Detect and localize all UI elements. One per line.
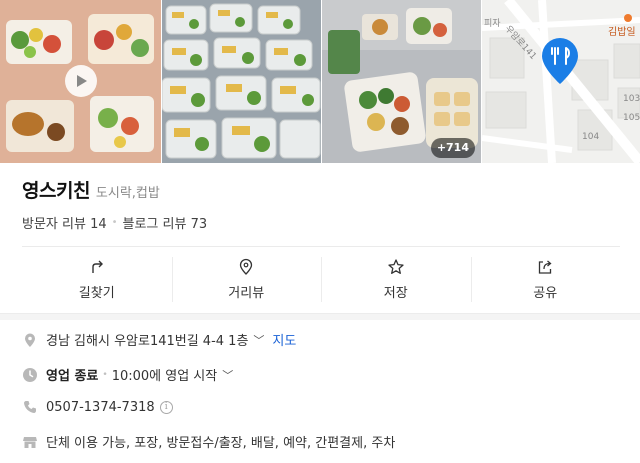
- business-hours: 10:00에 영업 시작: [111, 369, 218, 384]
- map-label-104: 104: [582, 132, 600, 142]
- action-bar: 길찾기 거리뷰 저장 공유: [22, 246, 620, 312]
- map-label-store: 김밥일: [608, 27, 636, 38]
- clock-icon: [22, 367, 38, 383]
- directions-icon: [92, 260, 103, 273]
- visitor-reviews-link[interactable]: 방문자 리뷰 14: [22, 213, 107, 232]
- phone-number[interactable]: 0507-1374-7318: [46, 400, 155, 415]
- directions-label: 길찾기: [78, 286, 115, 301]
- share-icon: [539, 260, 552, 274]
- street-view-button[interactable]: 거리뷰: [171, 247, 322, 312]
- photo-lunchbox-video[interactable]: [0, 0, 161, 163]
- address-row: 경남 김해시 우암로141번길 4-4 1층 ﹀ 지도: [22, 330, 296, 349]
- save-button[interactable]: 저장: [321, 247, 471, 312]
- more-photos-badge[interactable]: +714: [430, 138, 475, 158]
- info-circle-icon[interactable]: i: [159, 400, 173, 414]
- location-icon: [22, 332, 38, 348]
- photo-lunchbox-trays[interactable]: [162, 0, 321, 163]
- separator-dot: •: [102, 369, 108, 380]
- save-label: 저장: [383, 286, 408, 301]
- map-link[interactable]: 지도: [272, 330, 296, 349]
- review-summary: 방문자 리뷰 14 • 블로그 리뷰 73: [22, 213, 207, 232]
- place-category: 도시락,컵밥: [95, 186, 160, 201]
- star-icon: [388, 259, 404, 274]
- street-view-label: 거리뷰: [228, 286, 265, 301]
- map-label-pizza: 피자: [484, 19, 501, 29]
- business-status: 영업 종료: [46, 369, 99, 384]
- photo-gallery: +714 피자 우암로141 김밥일 103 105 104: [0, 0, 640, 163]
- services-text: 단체 이용 가능, 포장, 방문접수/출장, 배달, 예약, 간편결제, 주차: [46, 436, 396, 451]
- hours-row[interactable]: 영업 종료 • 10:00에 영업 시작 ﹀: [22, 365, 233, 384]
- address-text: 경남 김해시 우암로141번길 4-4 1층: [46, 334, 249, 349]
- photo-lunchbox-closeup[interactable]: +714: [322, 0, 481, 163]
- place-name: 영스키친: [22, 180, 90, 202]
- phone-row: 0507-1374-7318 i: [22, 399, 173, 415]
- directions-button[interactable]: 길찾기: [22, 247, 172, 312]
- share-label: 공유: [533, 286, 558, 301]
- hours-expand-icon[interactable]: ﹀: [222, 367, 233, 383]
- section-divider: [0, 313, 640, 320]
- separator-dot: •: [111, 217, 118, 228]
- share-button[interactable]: 공유: [470, 247, 621, 312]
- location-pin-icon: [240, 258, 253, 275]
- phone-icon: [22, 399, 38, 415]
- address-expand-icon[interactable]: ﹀: [253, 332, 264, 348]
- play-video-button[interactable]: [65, 65, 97, 97]
- play-icon: [77, 75, 87, 87]
- blog-reviews-link[interactable]: 블로그 리뷰 73: [123, 213, 208, 232]
- map-thumbnail[interactable]: 피자 우암로141 김밥일 103 105 104: [482, 0, 640, 163]
- map-label-103: 103: [623, 94, 640, 104]
- store-icon: [22, 434, 38, 450]
- services-row: 단체 이용 가능, 포장, 방문접수/출장, 배달, 예약, 간편결제, 주차: [22, 432, 395, 451]
- map-label-105: 105: [623, 113, 640, 123]
- place-header: 영스키친 도시락,컵밥: [22, 176, 160, 203]
- store-marker-icon: [624, 14, 632, 22]
